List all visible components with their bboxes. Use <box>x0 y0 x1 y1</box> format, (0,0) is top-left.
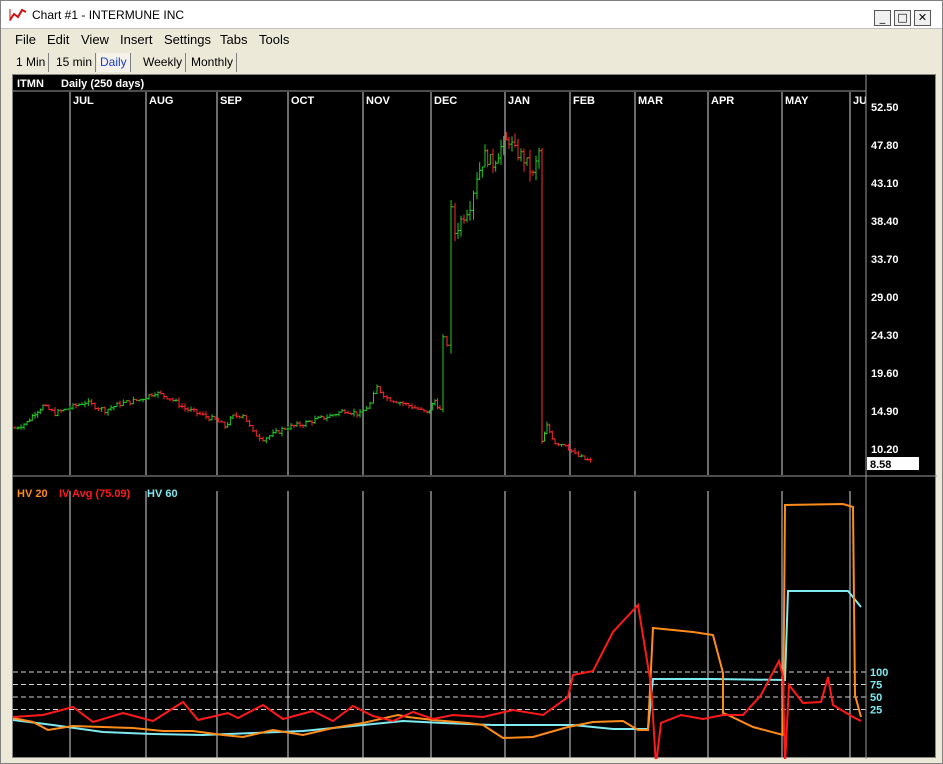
tab-monthly[interactable]: Monthly <box>188 53 238 72</box>
menu-view[interactable]: View <box>81 32 109 47</box>
volatility-axis: 100755025 <box>13 667 888 717</box>
tab-1-min[interactable]: 1 Min <box>13 53 50 72</box>
month-label: DEC <box>434 95 457 107</box>
menu-bar: File Edit View Insert Settings Tabs Tool… <box>1 29 942 51</box>
tab-weekly[interactable]: Weekly <box>140 53 187 72</box>
price-grid <box>69 92 851 475</box>
minimize-button[interactable]: _ <box>874 10 891 26</box>
month-label: NOV <box>366 95 391 107</box>
month-label: MAR <box>638 95 663 107</box>
period-label: Daily (250 days) <box>61 78 144 90</box>
price-axis: 52.50 47.80 43.10 38.40 33.70 29.00 24.30 19.60… <box>871 102 899 456</box>
price-tick-label: 19.60 <box>871 368 899 380</box>
menu-tools[interactable]: Tools <box>259 32 289 47</box>
menu-settings[interactable]: Settings <box>164 32 211 47</box>
chart-app-icon <box>9 8 27 22</box>
chart-area[interactable]: JUL AUG SEP OCT NOV DEC JAN FEB MAR APR MAY JU 52.5… <box>12 74 937 764</box>
tab-daily[interactable]: Daily <box>97 53 131 72</box>
volatility-tick-label: 75 <box>870 680 882 692</box>
price-tick-label: 38.40 <box>871 216 899 228</box>
chart-canvas[interactable]: JUL AUG SEP OCT NOV DEC JAN FEB MAR APR MAY JU 52.5… <box>12 75 937 764</box>
title-bar[interactable]: Chart #1 - INTERMUNE INC _ □ ✕ <box>1 1 942 29</box>
series-iv-avg <box>12 602 862 764</box>
menu-tabs[interactable]: Tabs <box>220 32 247 47</box>
menu-insert[interactable]: Insert <box>120 32 153 47</box>
month-label: SEP <box>220 95 242 107</box>
month-label: FEB <box>573 95 595 107</box>
price-tick-label: 33.70 <box>871 254 899 266</box>
month-label: JUL <box>73 95 94 107</box>
month-label: JAN <box>508 95 530 107</box>
legend-iv-avg: IV Avg (75.09) <box>59 488 131 500</box>
price-tick-label: 43.10 <box>871 178 899 190</box>
legend-hv60: HV 60 <box>147 488 178 500</box>
volatility-series <box>12 502 862 764</box>
month-label: JU <box>853 95 867 107</box>
timeframe-tab-bar: 1 Min 15 min Daily Weekly Monthly <box>1 51 942 73</box>
price-tick-label: 52.50 <box>871 102 899 114</box>
price-tick-label: 29.00 <box>871 292 899 304</box>
month-label: APR <box>711 95 734 107</box>
window-title: Chart #1 - INTERMUNE INC <box>32 8 185 22</box>
close-button[interactable]: ✕ <box>914 10 931 26</box>
price-tick-label: 24.30 <box>871 330 899 342</box>
chart-window: Chart #1 - INTERMUNE INC _ □ ✕ File Edit… <box>0 0 943 764</box>
volatility-tick-label: 50 <box>870 692 882 704</box>
maximize-button[interactable]: □ <box>894 10 911 26</box>
last-price-label: 8.58 <box>870 459 891 471</box>
month-label: AUG <box>149 95 173 107</box>
month-label: MAY <box>785 95 809 107</box>
symbol-label: ITMN <box>17 78 44 90</box>
series-hv20 <box>12 502 862 740</box>
volatility-grid <box>69 491 851 759</box>
menu-edit[interactable]: Edit <box>47 32 69 47</box>
series-hv60 <box>12 590 862 737</box>
legend-hv20: HV 20 <box>17 488 48 500</box>
tab-15-min[interactable]: 15 min <box>53 53 97 72</box>
price-tick-label: 47.80 <box>871 140 899 152</box>
volatility-tick-label: 100 <box>870 667 888 679</box>
month-label: OCT <box>291 95 315 107</box>
month-labels: JUL AUG SEP OCT NOV DEC JAN FEB MAR APR MAY JU <box>73 95 867 107</box>
price-tick-label: 14.90 <box>871 406 899 418</box>
menu-file[interactable]: File <box>15 32 36 47</box>
price-tick-label: 10.20 <box>871 444 899 456</box>
volatility-tick-label: 25 <box>870 705 882 717</box>
